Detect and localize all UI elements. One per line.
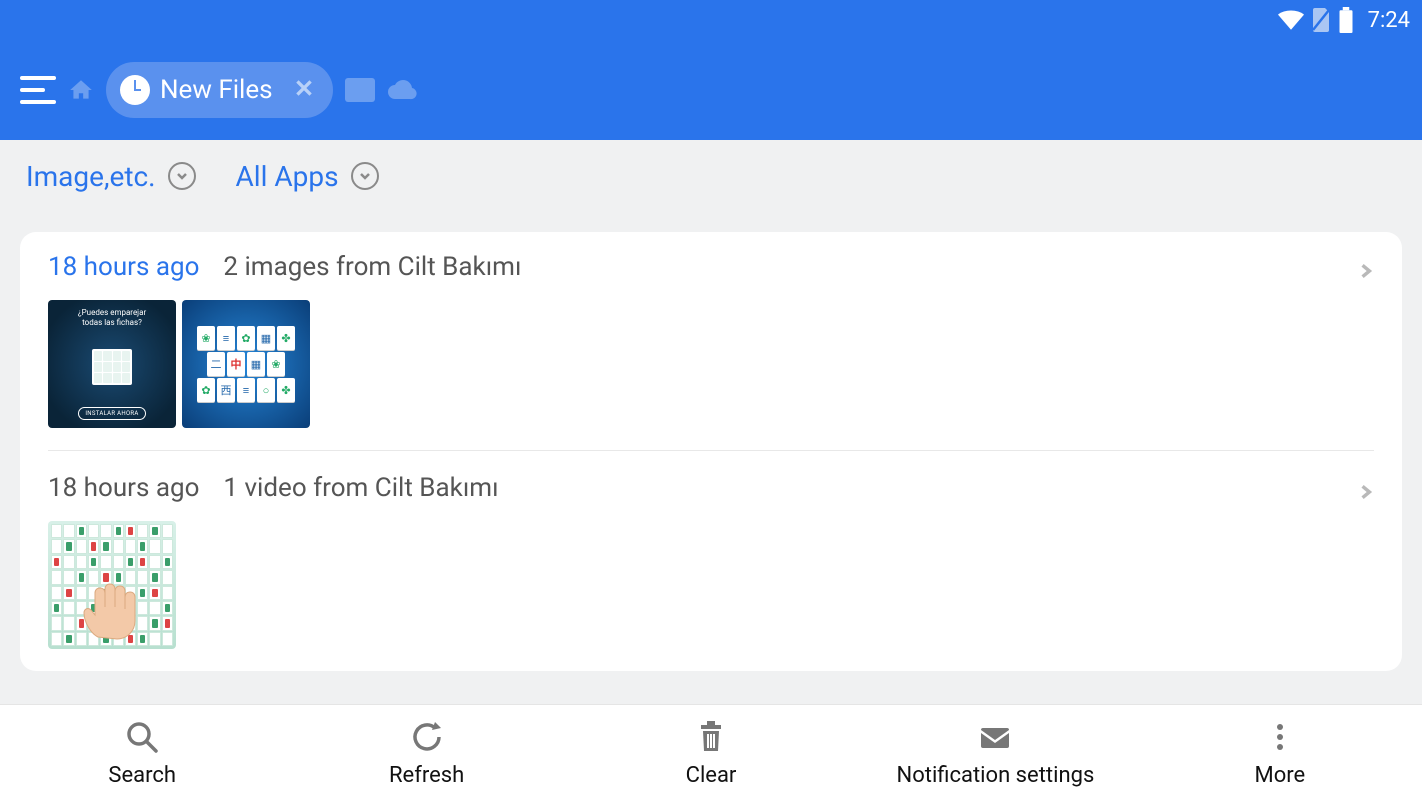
group-header: 18 hours ago 2 images from Cilt Bakımı	[48, 252, 1374, 282]
android-status-bar: 7:24	[0, 0, 1422, 40]
files-card: 18 hours ago 2 images from Cilt Bakımı ¿…	[20, 232, 1402, 671]
clear-label: Clear	[686, 763, 737, 788]
group-header: 18 hours ago 1 video from Cilt Bakımı	[48, 473, 1374, 503]
video-thumbnail[interactable]	[48, 521, 176, 649]
promo-board	[92, 349, 132, 385]
chevron-down-icon	[351, 162, 379, 190]
home-tab-icon[interactable]	[68, 77, 94, 103]
tab-label: New Files	[160, 75, 273, 105]
promo-text: ¿Puedes emparejar todas las fichas?	[78, 308, 146, 327]
more-label: More	[1254, 763, 1305, 788]
status-icons: 7:24	[1278, 7, 1410, 33]
clear-button[interactable]: Clear	[569, 705, 853, 800]
notification-settings-label: Notification settings	[897, 763, 1095, 788]
refresh-icon	[409, 717, 445, 757]
filter-bar: Image,etc. All Apps	[0, 140, 1422, 212]
menu-icon[interactable]	[20, 76, 56, 104]
image-thumbnail[interactable]: ❀≡✿▦✤ 二中▦❀ ✿西≡○✤	[182, 300, 310, 428]
more-button[interactable]: More	[1138, 705, 1422, 800]
sdcard-tab-icon[interactable]	[345, 78, 375, 102]
group-time: 18 hours ago	[48, 473, 199, 503]
group-time: 18 hours ago	[48, 252, 199, 282]
file-group[interactable]: 18 hours ago 1 video from Cilt Bakımı	[48, 473, 1374, 671]
chevron-right-icon[interactable]	[1358, 256, 1374, 286]
wifi-icon	[1278, 10, 1304, 30]
filter-type-dropdown[interactable]: Image,etc.	[26, 160, 196, 193]
refresh-label: Refresh	[389, 763, 464, 788]
clock-icon	[120, 75, 150, 105]
chevron-down-icon	[168, 162, 196, 190]
thumbnails	[48, 521, 1374, 649]
filter-apps-dropdown[interactable]: All Apps	[236, 160, 379, 193]
tab-new-files[interactable]: New Files	[106, 62, 333, 118]
search-button[interactable]: Search	[0, 705, 284, 800]
battery-icon	[1338, 7, 1354, 33]
group-desc: 1 video from Cilt Bakımı	[223, 473, 498, 503]
refresh-button[interactable]: Refresh	[284, 705, 568, 800]
thumbnails: ¿Puedes emparejar todas las fichas? INST…	[48, 300, 1374, 428]
promo-button: INSTALAR AHORA	[78, 407, 145, 420]
filter-type-label: Image,etc.	[26, 160, 156, 193]
notification-settings-button[interactable]: Notification settings	[853, 705, 1137, 800]
cloud-tab-icon[interactable]	[387, 79, 417, 101]
status-time: 7:24	[1368, 8, 1410, 33]
close-tab-icon[interactable]	[293, 77, 315, 103]
image-thumbnail[interactable]: ¿Puedes emparejar todas las fichas? INST…	[48, 300, 176, 428]
hand-icon	[78, 577, 148, 641]
search-icon	[124, 717, 160, 757]
content-area: 18 hours ago 2 images from Cilt Bakımı ¿…	[0, 212, 1422, 704]
chevron-right-icon[interactable]	[1358, 477, 1374, 507]
filter-apps-label: All Apps	[236, 160, 339, 193]
trash-icon	[693, 717, 729, 757]
app-header: New Files	[0, 40, 1422, 140]
group-desc: 2 images from Cilt Bakımı	[223, 252, 521, 282]
no-sim-icon	[1310, 8, 1332, 32]
envelope-icon	[977, 717, 1013, 757]
search-label: Search	[108, 763, 176, 788]
file-group[interactable]: 18 hours ago 2 images from Cilt Bakımı ¿…	[48, 252, 1374, 451]
more-vertical-icon	[1262, 717, 1298, 757]
bottom-toolbar: Search Refresh Clear Notification settin…	[0, 704, 1422, 800]
